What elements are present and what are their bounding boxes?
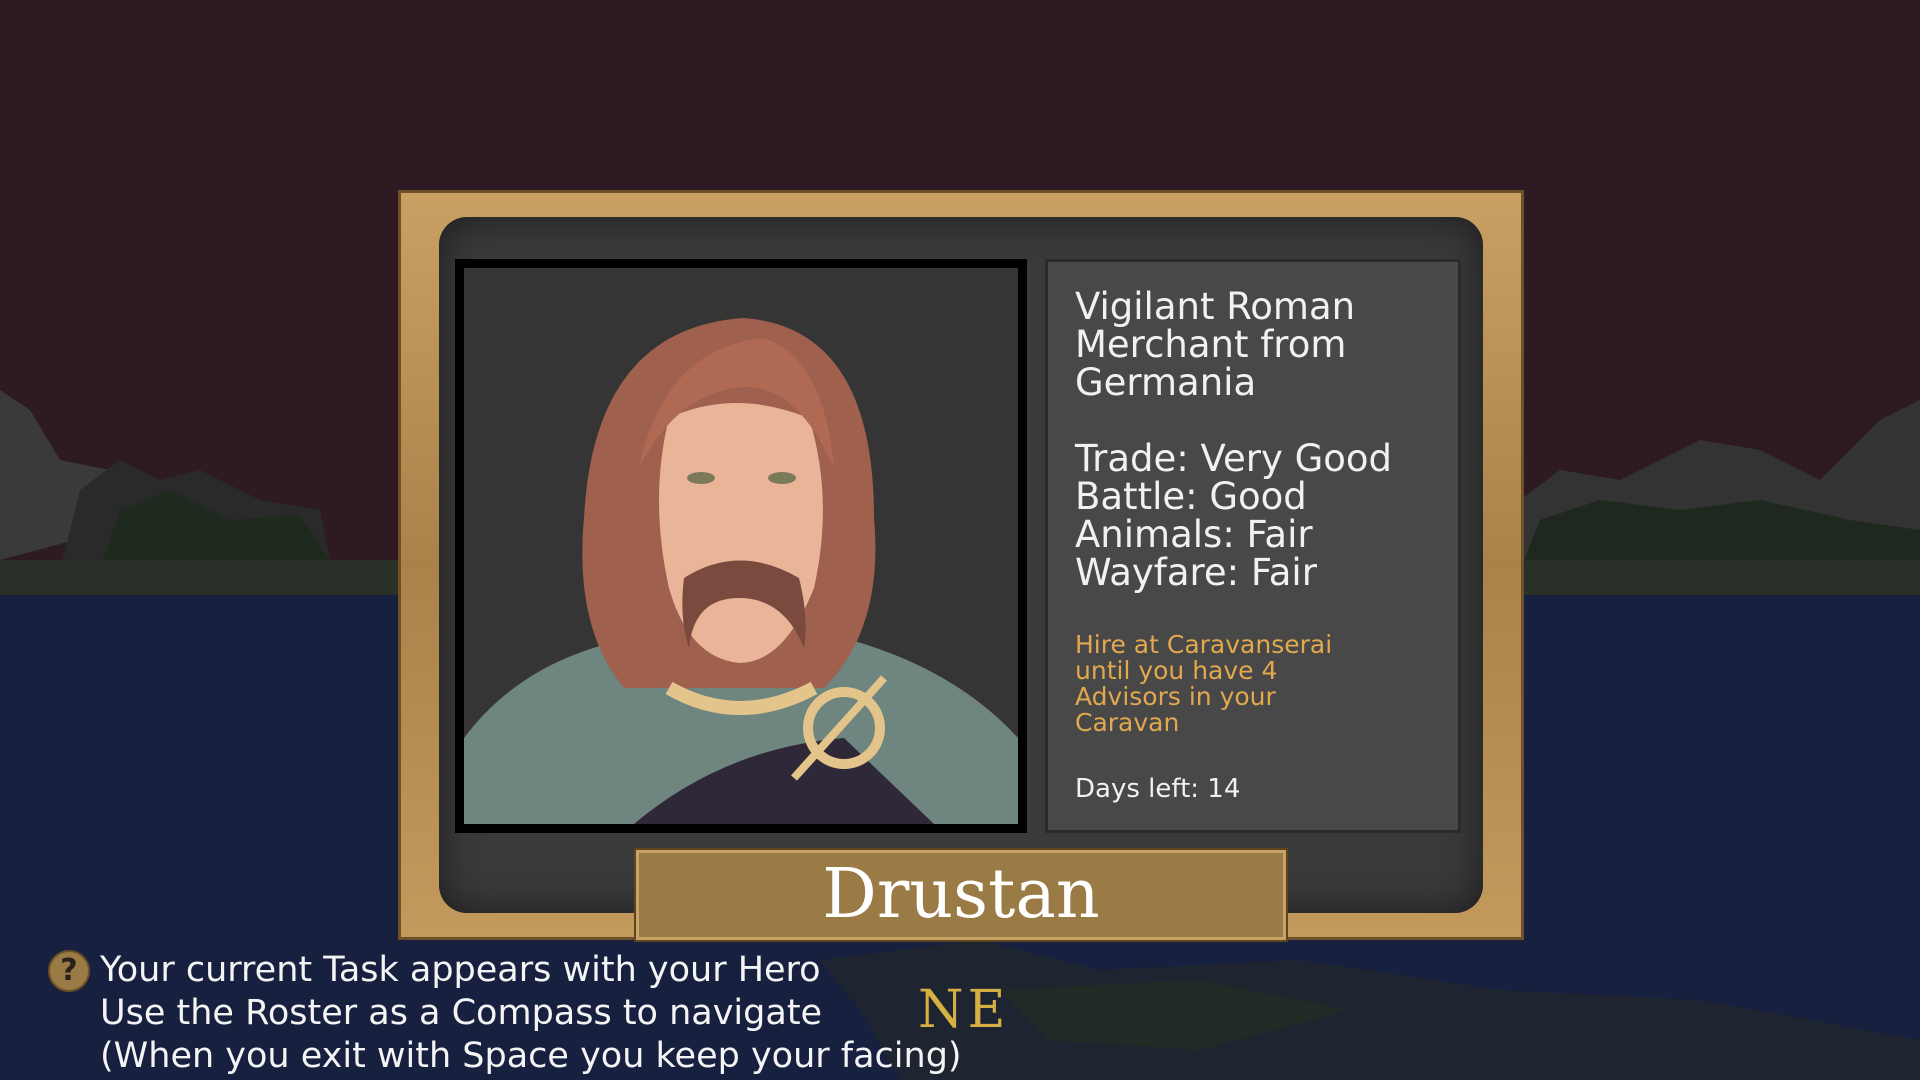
advisor-title: Vigilant Roman Merchant from Germania bbox=[1075, 288, 1438, 402]
advisor-title-line: Vigilant Roman bbox=[1075, 285, 1356, 328]
advisor-name-plate: Drustan bbox=[636, 850, 1286, 940]
advisor-portrait-frame bbox=[455, 259, 1027, 833]
stat-wayfare: Wayfare: Fair bbox=[1075, 551, 1317, 594]
advisor-title-line: Germania bbox=[1075, 361, 1257, 404]
stat-animals: Animals: Fair bbox=[1075, 513, 1313, 556]
hire-line: Advisors in your bbox=[1075, 682, 1276, 711]
advisor-portrait bbox=[464, 268, 1018, 824]
stat-trade: Trade: Very Good bbox=[1075, 437, 1393, 480]
days-left: Days left: 14 bbox=[1075, 774, 1241, 804]
hint-line-compass: Use the Roster as a Compass to navigate bbox=[100, 993, 823, 1033]
hire-line: Hire at Caravanserai bbox=[1075, 630, 1333, 659]
hint-line-task: Your current Task appears with your Hero bbox=[100, 950, 821, 990]
advisor-stats: Trade: Very Good Battle: Good Animals: F… bbox=[1075, 440, 1438, 592]
advisor-portrait-illustration bbox=[464, 318, 1018, 824]
advisor-info-panel: Vigilant Roman Merchant from Germania Tr… bbox=[1045, 259, 1461, 833]
question-mark-icon[interactable]: ? bbox=[48, 950, 90, 992]
compass-heading: NE bbox=[918, 980, 1010, 1040]
advisor-title-line: Merchant from bbox=[1075, 323, 1347, 366]
hire-line: Caravan bbox=[1075, 708, 1180, 737]
hire-line: until you have 4 bbox=[1075, 656, 1278, 685]
hire-instructions: Hire at Caravanserai until you have 4 Ad… bbox=[1075, 632, 1438, 736]
hint-line-facing: (When you exit with Space you keep your … bbox=[100, 1036, 962, 1076]
stat-battle: Battle: Good bbox=[1075, 475, 1307, 518]
